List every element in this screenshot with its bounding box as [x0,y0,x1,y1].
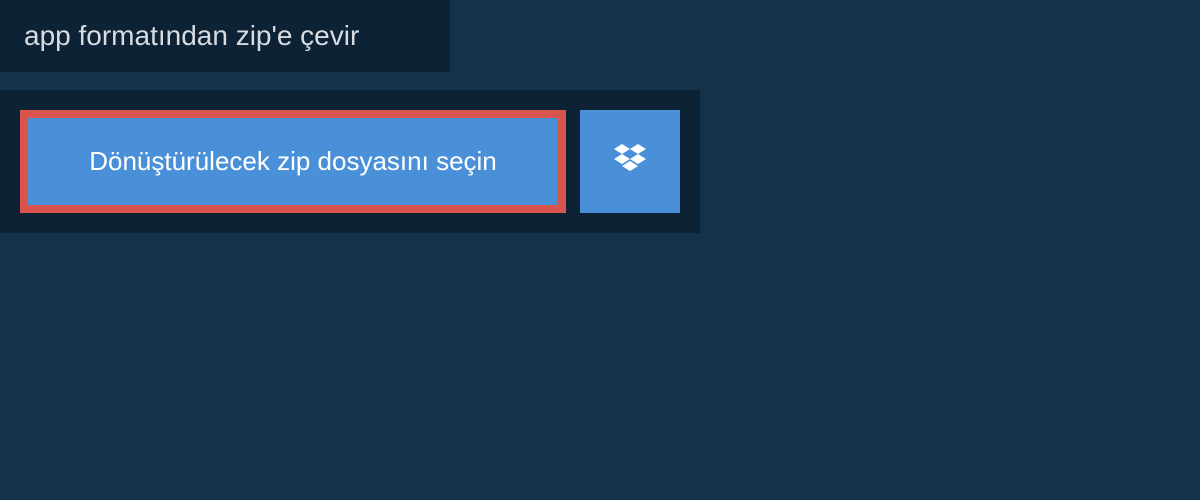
file-select-panel: Dönüştürülecek zip dosyasını seçin [0,90,700,233]
dropbox-button[interactable] [580,110,680,213]
page-title: app formatından zip'e çevir [24,20,426,52]
dropbox-icon [610,140,650,183]
select-file-button[interactable]: Dönüştürülecek zip dosyasını seçin [20,110,566,213]
header-bar: app formatından zip'e çevir [0,0,450,72]
